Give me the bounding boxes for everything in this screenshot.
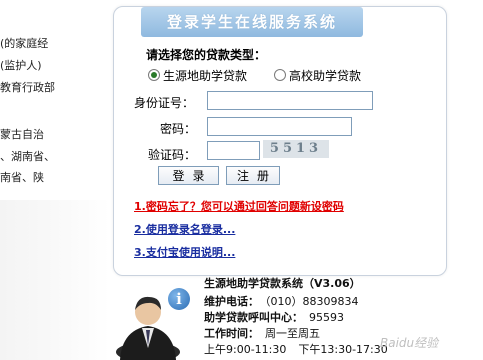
register-button[interactable]: 注册: [226, 166, 280, 185]
system-name: 生源地助学贷款系统（V3.06）: [204, 277, 361, 290]
login-name-link[interactable]: 2.使用登录名登录...: [134, 221, 235, 237]
maintenance-phone: 维护电话： （010）88309834: [204, 293, 358, 309]
background-text-line: 、湖南省、: [0, 150, 55, 163]
background-gradient: [0, 200, 110, 360]
captcha-image[interactable]: 5513: [263, 140, 329, 158]
id-number-label: 身份证号：: [134, 96, 195, 110]
info-icon: i: [168, 288, 190, 310]
panel-title: 登录学生在线服务系统: [141, 7, 363, 37]
hours-label: 工作时间：: [204, 327, 259, 340]
radio-local-loan[interactable]: [148, 69, 160, 81]
hotline-value: 95593: [309, 311, 344, 324]
password-label: 密码：: [160, 122, 197, 136]
phone-label: 维护电话：: [204, 295, 259, 308]
radio-college-loan[interactable]: [274, 69, 286, 81]
alipay-help-link[interactable]: 3.支付宝使用说明...: [134, 244, 235, 260]
work-hours-detail: 上午9:00-11:30 下午13:30-17:30: [204, 341, 388, 357]
watermark: Baidu经验: [380, 336, 439, 350]
password-input[interactable]: [207, 117, 352, 136]
loan-type-label: 请选择您的贷款类型：: [146, 48, 267, 62]
login-button[interactable]: 登录: [158, 166, 219, 185]
work-hours: 工作时间： 周一至周五: [204, 325, 320, 341]
background-text-line: (监护人): [0, 59, 42, 72]
captcha-label: 验证码：: [148, 148, 197, 162]
hours-am: 上午9:00-11:30: [204, 343, 287, 356]
phone-value: （010）88309834: [265, 295, 359, 308]
captcha-input[interactable]: [207, 141, 260, 160]
forgot-password-link[interactable]: 1.密码忘了？您可以通过回答问题新设密码: [134, 198, 344, 214]
background-text-line: (的家庭经: [0, 37, 49, 50]
hotline-label: 助学贷款呼叫中心：: [204, 311, 303, 324]
background-text-line: 南省、陕: [0, 171, 44, 184]
hotline: 助学贷款呼叫中心： 95593: [204, 309, 344, 325]
id-number-input[interactable]: [207, 91, 373, 110]
radio-local-loan-label[interactable]: 生源地助学贷款: [163, 67, 247, 84]
background-text-line: 蒙古自治: [0, 128, 44, 141]
hours-pm: 下午13:30-17:30: [298, 343, 388, 356]
hours-value: 周一至周五: [265, 327, 320, 340]
background-text-line: 教育行政部: [0, 81, 55, 94]
radio-college-loan-label[interactable]: 高校助学贷款: [289, 67, 361, 84]
